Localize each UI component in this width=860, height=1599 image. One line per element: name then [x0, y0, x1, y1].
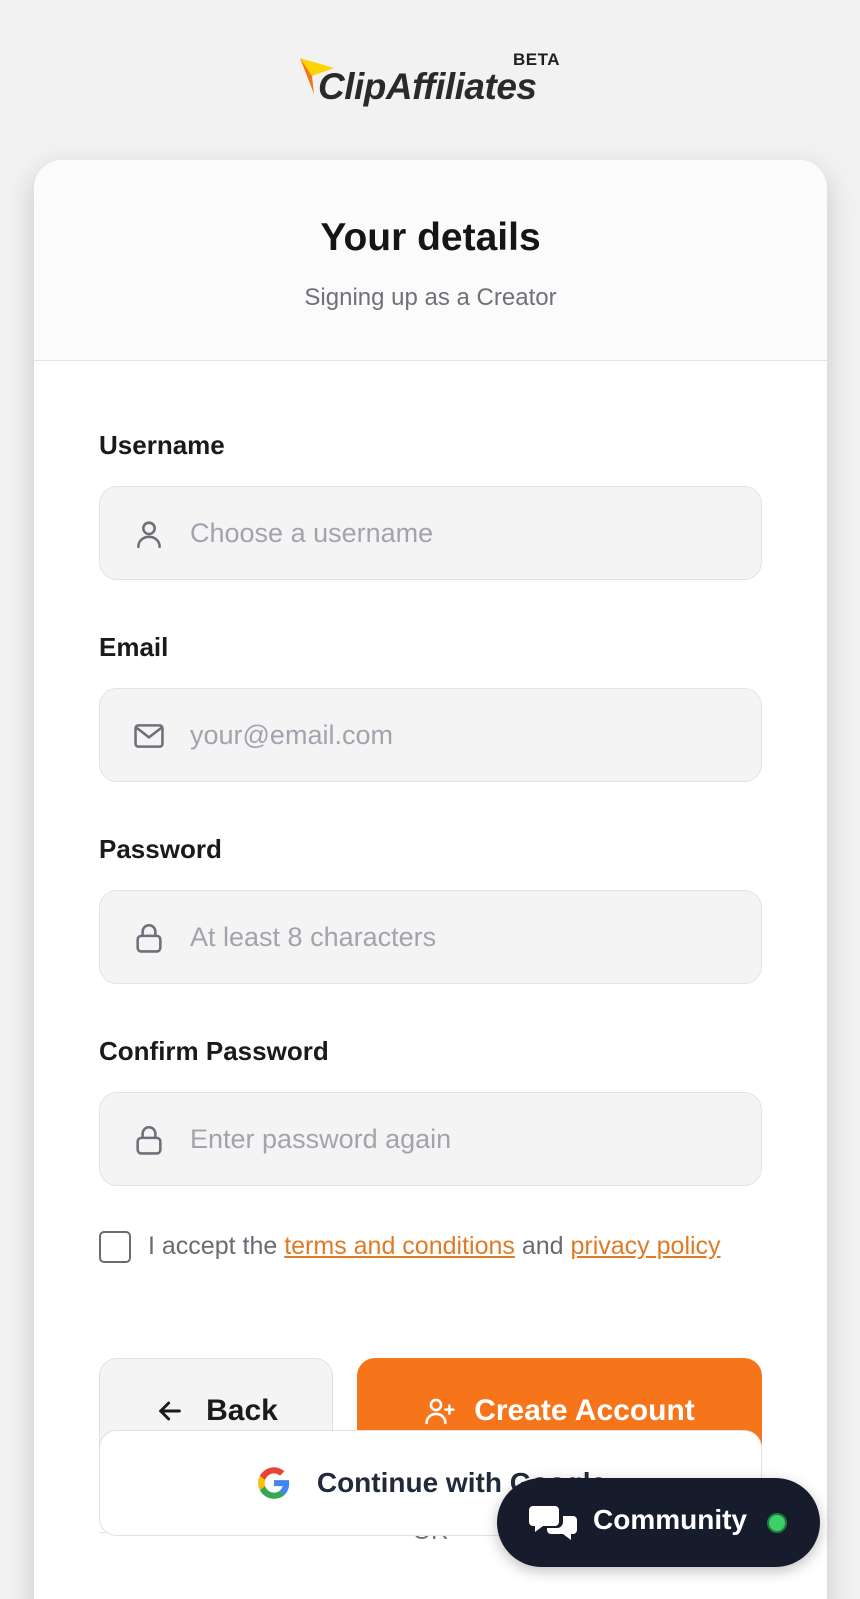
google-area: Continue with Google	[99, 160, 762, 1599]
beta-badge: BETA	[512, 50, 560, 69]
brand-logo: ClipAffiliates BETA	[298, 48, 568, 110]
signup-card: Your details Signing up as a Creator Use…	[34, 160, 827, 1599]
google-icon	[257, 1467, 290, 1499]
signup-page: ClipAffiliates BETA Your details Signing…	[0, 0, 860, 1599]
community-label: Community	[593, 1504, 747, 1535]
brand-name: ClipAffiliates	[318, 66, 537, 107]
online-status-dot	[767, 1513, 787, 1533]
chat-bubbles-icon	[529, 1506, 577, 1540]
community-button[interactable]: Community	[497, 1478, 820, 1567]
